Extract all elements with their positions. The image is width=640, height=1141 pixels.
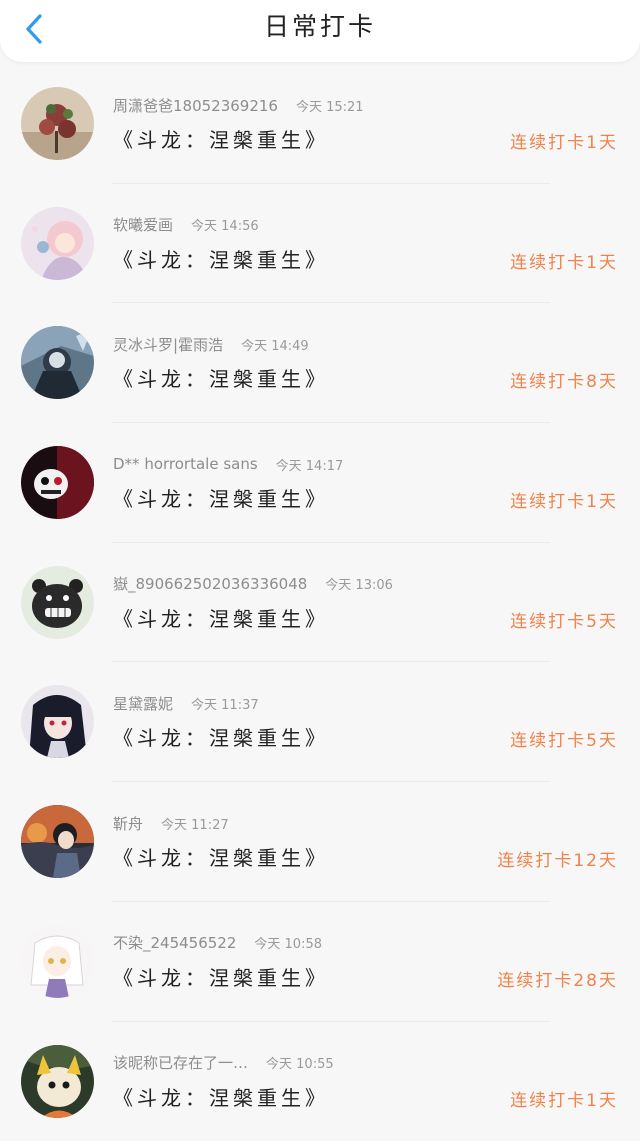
avatar[interactable] xyxy=(21,566,94,639)
streak-label: 连续打卡1天 xyxy=(510,128,618,153)
avatar-anime-girl-image xyxy=(21,207,94,280)
username[interactable]: 嶽_890662502036336048 xyxy=(113,573,307,594)
timestamp: 今天 14:49 xyxy=(241,335,309,354)
avatar-ice-warrior-image xyxy=(21,326,94,399)
streak-label: 连续打卡5天 xyxy=(510,607,618,632)
timestamp: 今天 10:55 xyxy=(266,1053,334,1072)
streak-label: 连续打卡1天 xyxy=(510,1086,618,1111)
timestamp: 今天 13:06 xyxy=(325,574,393,593)
avatar[interactable] xyxy=(21,685,94,758)
book-title[interactable]: 《斗龙：涅槃重生》 xyxy=(113,124,329,153)
streak-label: 连续打卡1天 xyxy=(510,248,618,273)
avatar-smiling-creature-image xyxy=(21,566,94,639)
page-title: 日常打卡 xyxy=(0,10,640,44)
avatar[interactable] xyxy=(21,446,94,519)
timestamp: 今天 11:27 xyxy=(161,814,229,833)
list-item[interactable]: 靳舟 今天 11:27 《斗龙：涅槃重生》 连续打卡12天 xyxy=(0,782,640,902)
streak-label: 连续打卡28天 xyxy=(497,966,618,991)
avatar-boy-sunset-image xyxy=(21,805,94,878)
list-item[interactable]: D** horrortale sans 今天 14:17 《斗龙：涅槃重生》 连… xyxy=(0,423,640,543)
book-title[interactable]: 《斗龙：涅槃重生》 xyxy=(113,722,329,751)
timestamp: 今天 15:21 xyxy=(296,96,364,115)
book-title[interactable]: 《斗龙：涅槃重生》 xyxy=(113,1082,329,1111)
streak-label: 连续打卡8天 xyxy=(510,367,618,392)
avatar-skeleton-image xyxy=(21,446,94,519)
username[interactable]: 星黛露妮 xyxy=(113,693,173,714)
book-title[interactable]: 《斗龙：涅槃重生》 xyxy=(113,842,329,871)
book-title[interactable]: 《斗龙：涅槃重生》 xyxy=(113,603,329,632)
avatar[interactable] xyxy=(21,87,94,160)
list-item[interactable]: 该昵称已存在了一… 今天 10:55 《斗龙：涅槃重生》 连续打卡1天 xyxy=(0,1022,640,1141)
timestamp: 今天 11:37 xyxy=(191,694,259,713)
list-item[interactable]: 不染_245456522 今天 10:58 《斗龙：涅槃重生》 连续打卡28天 xyxy=(0,902,640,1022)
list-item[interactable]: 星黛露妮 今天 11:37 《斗龙：涅槃重生》 连续打卡5天 xyxy=(0,662,640,782)
avatar-dark-hair-girl-image xyxy=(21,685,94,758)
list-item[interactable]: 灵冰斗罗|霍雨浩 今天 14:49 《斗龙：涅槃重生》 连续打卡8天 xyxy=(0,303,640,423)
list-item[interactable]: 周潇爸爸18052369216 今天 15:21 《斗龙：涅槃重生》 连续打卡1… xyxy=(0,64,640,184)
book-title[interactable]: 《斗龙：涅槃重生》 xyxy=(113,363,329,392)
list-item[interactable]: 软曦爱画 今天 14:56 《斗龙：涅槃重生》 连续打卡1天 xyxy=(0,184,640,304)
avatar[interactable] xyxy=(21,925,94,998)
username[interactable]: D** horrortale sans xyxy=(113,455,258,473)
username[interactable]: 该昵称已存在了一… xyxy=(113,1052,248,1073)
avatar[interactable] xyxy=(21,207,94,280)
book-title[interactable]: 《斗龙：涅槃重生》 xyxy=(113,244,329,273)
timestamp: 今天 14:56 xyxy=(191,215,259,234)
timestamp: 今天 14:17 xyxy=(276,455,344,474)
avatar[interactable] xyxy=(21,1045,94,1118)
streak-label: 连续打卡12天 xyxy=(497,846,618,871)
avatar[interactable] xyxy=(21,805,94,878)
streak-label: 连续打卡5天 xyxy=(510,726,618,751)
avatar-flower-image xyxy=(21,87,94,160)
list-item[interactable]: 嶽_890662502036336048 今天 13:06 《斗龙：涅槃重生》 … xyxy=(0,543,640,663)
username[interactable]: 不染_245456522 xyxy=(113,932,236,953)
checkin-list[interactable]: 周潇爸爸18052369216 今天 15:21 《斗龙：涅槃重生》 连续打卡1… xyxy=(0,64,640,1122)
avatar-white-hair-chibi-image xyxy=(21,925,94,998)
username[interactable]: 周潇爸爸18052369216 xyxy=(113,95,278,116)
username[interactable]: 灵冰斗罗|霍雨浩 xyxy=(113,334,223,355)
top-bar: 日常打卡 xyxy=(0,0,640,62)
streak-label: 连续打卡1天 xyxy=(510,487,618,512)
username[interactable]: 软曦爱画 xyxy=(113,214,173,235)
timestamp: 今天 10:58 xyxy=(254,933,322,952)
book-title[interactable]: 《斗龙：涅槃重生》 xyxy=(113,962,329,991)
book-title[interactable]: 《斗龙：涅槃重生》 xyxy=(113,483,329,512)
avatar-cartoon-character-image xyxy=(21,1045,94,1118)
username[interactable]: 靳舟 xyxy=(113,813,143,834)
avatar[interactable] xyxy=(21,326,94,399)
